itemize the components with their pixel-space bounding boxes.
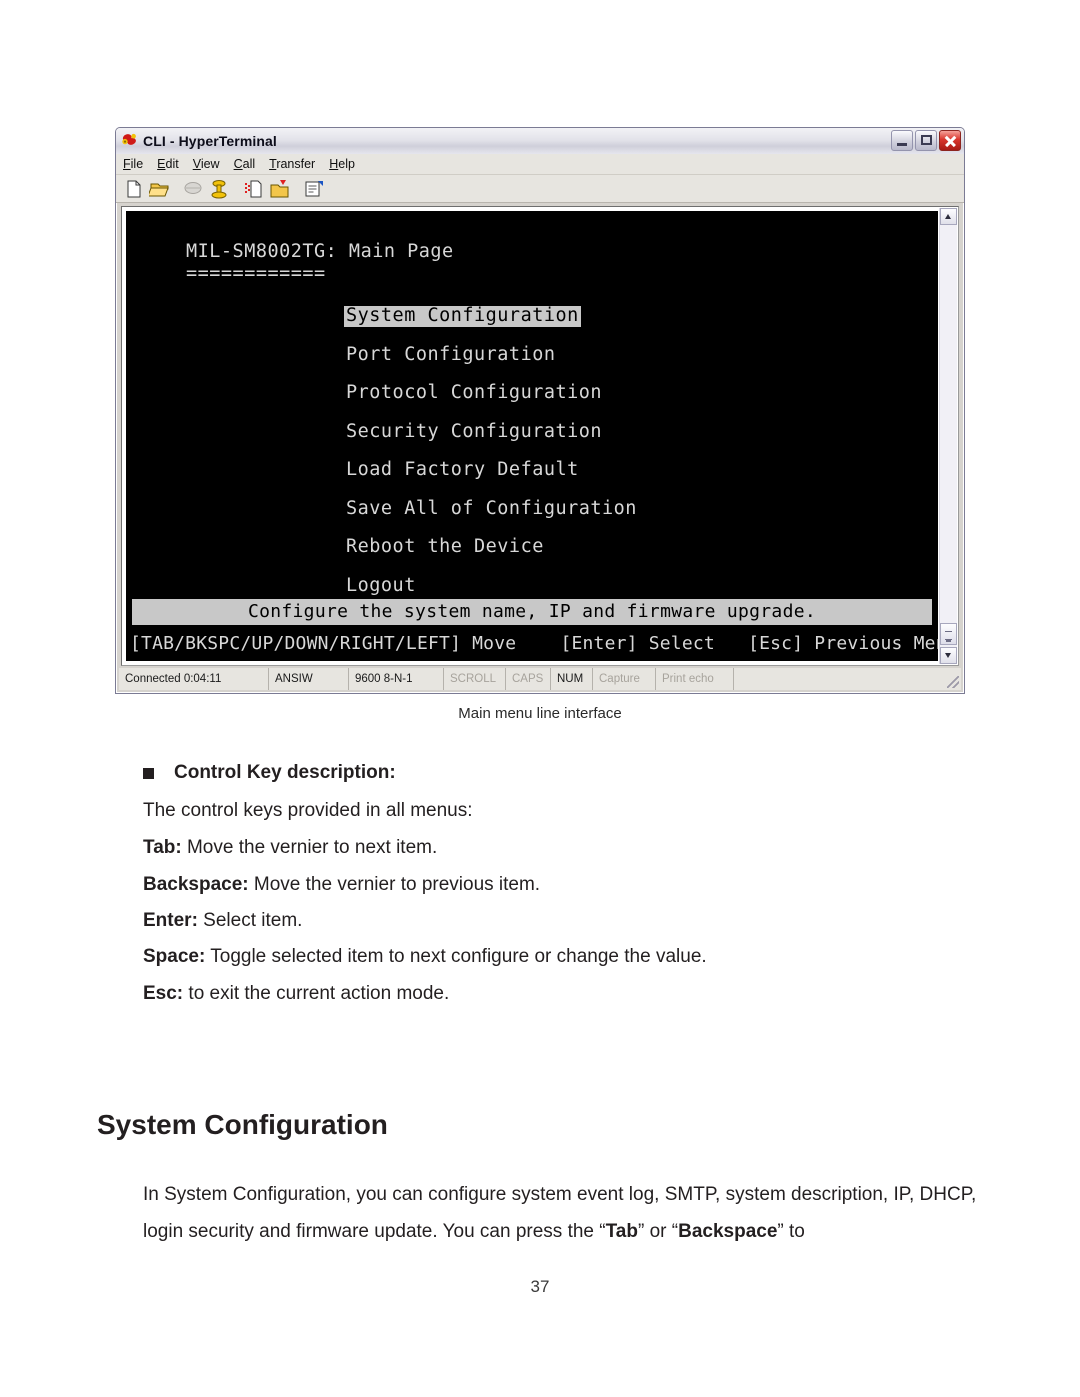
terminal-menu-item-logout[interactable]: Logout xyxy=(344,576,418,597)
control-key-heading: Control Key description: xyxy=(143,762,396,784)
terminal-screen[interactable]: MIL-SM8002TG: Main Page ============ Sys… xyxy=(126,211,938,661)
close-button[interactable] xyxy=(939,130,961,151)
scrollbar-thumb[interactable] xyxy=(940,623,957,645)
menu-item-help[interactable]: Help xyxy=(329,158,355,171)
send-file-icon[interactable] xyxy=(243,179,265,199)
bullet-square-icon xyxy=(143,767,154,779)
terminal-menu-item-port-configuration[interactable]: Port Configuration xyxy=(344,345,557,366)
terminal-header: MIL-SM8002TG: Main Page xyxy=(186,241,454,262)
resize-grip-icon[interactable] xyxy=(947,676,959,688)
receive-file-icon[interactable] xyxy=(269,179,291,199)
status-caps: CAPS xyxy=(506,668,551,690)
paragraph-bold-tab: Tab xyxy=(605,1221,638,1242)
section-paragraph: In System Configuration, you can configu… xyxy=(143,1176,998,1250)
minimize-button[interactable] xyxy=(891,130,913,151)
page-title: System Configuration xyxy=(97,1108,388,1140)
status-filler xyxy=(734,668,961,690)
terminal-description-bar: Configure the system name, IP and firmwa… xyxy=(132,599,932,625)
key-desc-enter: Select item. xyxy=(197,910,303,931)
scroll-up-arrow-icon[interactable] xyxy=(940,208,957,225)
window-titlebar: CLI - HyperTerminal xyxy=(116,128,964,154)
key-description-backspace: Backspace: Move the vernier to previous … xyxy=(143,874,540,896)
terminal-menu-item-reboot-the-device[interactable]: Reboot the Device xyxy=(344,537,546,558)
menu-item-transfer[interactable]: Transfer xyxy=(269,158,315,171)
status-bar: Connected 0:04:11 ANSIW 9600 8-N-1 SCROL… xyxy=(119,668,961,690)
menu-item-call[interactable]: Call xyxy=(234,158,256,171)
key-description-tab: Tab: Move the vernier to next item. xyxy=(143,837,437,859)
window-title: CLI - HyperTerminal xyxy=(143,133,277,149)
maximize-button[interactable] xyxy=(915,130,937,151)
terminal-menu-item-security-configuration[interactable]: Security Configuration xyxy=(344,422,604,443)
disconnect-icon xyxy=(183,179,205,199)
menu-item-file[interactable]: File xyxy=(123,158,143,171)
status-emulation: ANSIW xyxy=(269,668,349,690)
key-label-space: Space: xyxy=(143,946,206,967)
hyperterminal-phone-icon xyxy=(121,132,139,150)
menu-item-view[interactable]: View xyxy=(193,158,220,171)
terminal-header-rule: ============ xyxy=(186,263,326,284)
scroll-down-arrow-icon[interactable] xyxy=(940,647,957,664)
terminal-menu-list: System Configuration Port Configuration … xyxy=(344,306,639,614)
window-controls xyxy=(891,130,961,151)
key-desc-backspace: Move the vernier to previous item. xyxy=(248,874,541,895)
key-label-tab: Tab: xyxy=(143,837,182,858)
menu-item-edit[interactable]: Edit xyxy=(157,158,179,171)
call-icon[interactable] xyxy=(209,179,231,199)
paragraph-bold-backspace: Backspace xyxy=(678,1221,778,1242)
control-keys-intro: The control keys provided in all menus: xyxy=(143,800,473,821)
key-label-esc: Esc: xyxy=(143,983,184,1004)
open-icon[interactable] xyxy=(147,179,171,199)
key-desc-space: Toggle selected item to next configure o… xyxy=(205,946,707,967)
menu-bar: File Edit View Call Transfer Help xyxy=(116,154,964,175)
key-description-space: Space: Toggle selected item to next conf… xyxy=(143,946,707,968)
paragraph-part-1: In System Configuration, you can configu… xyxy=(143,1184,977,1242)
status-line-settings: 9600 8-N-1 xyxy=(349,668,444,690)
status-connected: Connected 0:04:11 xyxy=(119,668,269,690)
properties-icon[interactable] xyxy=(303,179,325,199)
status-scroll: SCROLL xyxy=(444,668,506,690)
terminal-client-area: MIL-SM8002TG: Main Page ============ Sys… xyxy=(121,206,959,666)
status-capture: Capture xyxy=(593,668,656,690)
paragraph-part-2: ” to xyxy=(777,1221,805,1242)
control-key-heading-label: Control Key description: xyxy=(174,762,396,783)
key-label-enter: Enter: xyxy=(143,910,198,931)
key-description-esc: Esc: to exit the current action mode. xyxy=(143,983,449,1005)
hyperterminal-window: CLI - HyperTerminal File Edit View Call … xyxy=(115,127,965,694)
terminal-key-hints: [TAB/BKSPC/UP/DOWN/RIGHT/LEFT] Move [Ent… xyxy=(130,633,938,654)
paragraph-mid: ” or “ xyxy=(637,1221,679,1242)
new-connection-icon[interactable] xyxy=(123,179,145,199)
terminal-menu-item-save-all-of-configuration[interactable]: Save All of Configuration xyxy=(344,499,639,520)
terminal-menu-item-system-configuration[interactable]: System Configuration xyxy=(344,306,581,327)
terminal-menu-item-protocol-configuration[interactable]: Protocol Configuration xyxy=(344,383,604,404)
page-number: 37 xyxy=(530,1277,550,1296)
toolbar xyxy=(116,175,964,203)
status-num: NUM xyxy=(551,668,593,690)
key-desc-esc: to exit the current action mode. xyxy=(183,983,450,1004)
status-print-echo: Print echo xyxy=(656,668,734,690)
key-desc-tab: Move the vernier to next item. xyxy=(181,837,438,858)
key-label-backspace: Backspace: xyxy=(143,874,249,895)
terminal-scrollbar[interactable] xyxy=(939,208,957,664)
figure-caption: Main menu line interface xyxy=(458,705,622,722)
key-description-enter: Enter: Select item. xyxy=(143,910,302,932)
terminal-menu-item-load-factory-default[interactable]: Load Factory Default xyxy=(344,460,581,481)
